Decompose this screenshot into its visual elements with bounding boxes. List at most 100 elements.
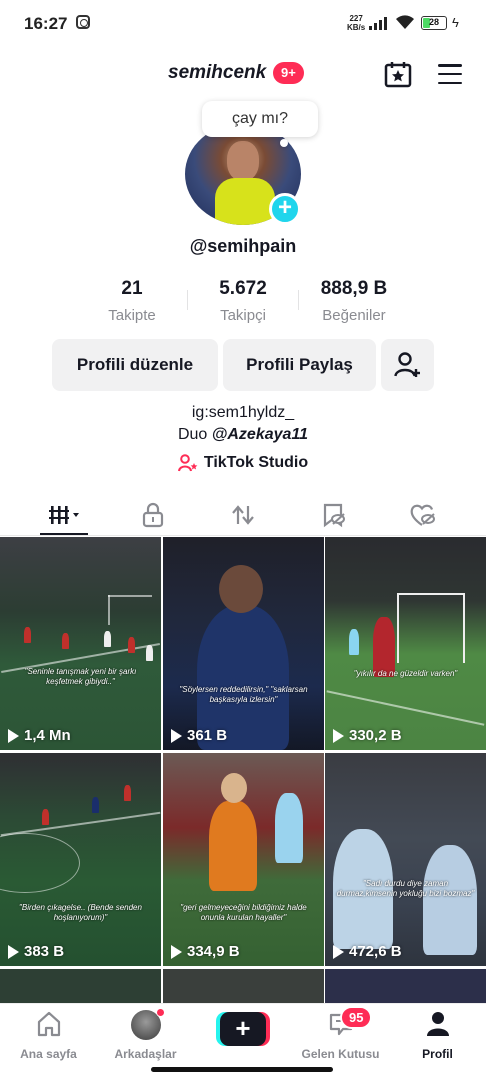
video-caption: "Sadı durdu diye zaman durmaz,kimsenin y… [336, 879, 475, 898]
repost-icon [231, 505, 254, 525]
grid-icon [48, 506, 79, 524]
tab-favorites[interactable] [285, 494, 382, 536]
video-views-count: 1,4 Mn [24, 727, 71, 744]
video-views: 334,9 B [171, 943, 240, 960]
network-speed-unit: KB/s [347, 23, 366, 32]
account-switcher[interactable]: semihcenk [168, 62, 266, 84]
network-speed-value: 227 [349, 14, 363, 23]
edit-profile-button[interactable]: Profili düzenle [52, 339, 218, 391]
tiktok-studio-link[interactable]: TikTok Studio [0, 454, 486, 472]
lock-icon [142, 502, 163, 528]
video-thumbnail[interactable]: "yıkılır da ne güzeldir varken" 330,2 B [325, 537, 486, 750]
heart-hidden-icon [410, 504, 435, 526]
add-user-icon [393, 352, 420, 377]
video-views-count: 330,2 B [349, 727, 402, 744]
video-thumbnail[interactable]: "Söylersen reddedilirsin," "saklarsan ba… [163, 537, 324, 750]
charging-icon: ϟ [452, 15, 459, 30]
plus-icon: + [220, 1012, 266, 1046]
calendar-star-icon[interactable] [384, 60, 412, 88]
video-thumbnail[interactable] [325, 969, 486, 1003]
video-caption: "Söylersen reddedilirsin," "saklarsan ba… [179, 685, 308, 704]
nav-home[interactable]: Ana sayfa [0, 1010, 97, 1061]
video-caption: "Birden çıkagelse.. (Bende senden hoşlan… [19, 903, 142, 922]
home-icon [37, 1011, 60, 1037]
profile-note[interactable]: çay mı? [202, 101, 318, 137]
play-icon [8, 944, 19, 959]
nav-home-label: Ana sayfa [20, 1047, 77, 1061]
status-time: 16:27 [24, 14, 68, 33]
nav-profile[interactable]: Profil [389, 1010, 486, 1061]
inbox-badge: 95 [340, 1006, 373, 1029]
instagram-icon [76, 15, 90, 29]
video-views-count: 361 B [187, 727, 228, 744]
battery-icon: 28 [421, 16, 447, 30]
nav-friends[interactable]: Arkadaşlar [97, 1008, 194, 1061]
video-views: 330,2 B [333, 727, 402, 744]
add-story-icon[interactable]: + [269, 193, 301, 225]
stat-likes[interactable]: 888,9 B Beğeniler [299, 278, 409, 324]
bio-line-1: ig:sem1hyldz_ [191, 404, 295, 421]
video-thumbnail[interactable] [0, 969, 161, 1003]
account-notification-badge: 9+ [273, 62, 304, 84]
video-thumbnail[interactable]: "geri gelmeyeceğini bildiğimiz halde onu… [163, 753, 324, 966]
stat-following[interactable]: 21 Takipte [77, 278, 187, 324]
share-profile-button[interactable]: Profili Paylaş [223, 339, 376, 391]
friends-notification-dot [155, 1008, 165, 1017]
bio-line-2: Duo @Azekaya11 [0, 424, 486, 446]
play-icon [333, 728, 344, 743]
profile-icon [426, 1012, 449, 1036]
profile-actions: Profili düzenle Profili Paylaş [0, 339, 486, 391]
nav-friends-label: Arkadaşlar [114, 1047, 177, 1061]
video-views: 361 B [171, 727, 227, 744]
stat-followers[interactable]: 5.672 Takipçi [188, 278, 298, 324]
play-icon [333, 944, 344, 959]
signal-icon [369, 17, 387, 30]
nav-profile-label: Profil [422, 1047, 453, 1061]
bio-mention-link[interactable]: @Azekaya11 [212, 426, 308, 443]
video-views: 383 B [8, 943, 64, 960]
bookmark-hidden-icon [323, 503, 345, 528]
nav-inbox-label: Gelen Kutusu [301, 1047, 380, 1061]
studio-label: TikTok Studio [203, 454, 309, 471]
tab-private[interactable] [104, 494, 201, 536]
friends-avatar [130, 1008, 165, 1040]
stat-followers-label: Takipçi [220, 307, 266, 324]
play-icon [171, 944, 182, 959]
stat-likes-label: Beğeniler [322, 307, 386, 324]
video-views-count: 334,9 B [187, 943, 240, 960]
profile-header: semihcenk 9+ [0, 52, 486, 96]
profile-stats: 21 Takipte 5.672 Takipçi 888,9 B Beğenil… [0, 278, 486, 328]
tab-reposts[interactable] [194, 494, 291, 536]
profile-handle: @semihpain [189, 236, 297, 256]
active-tab-indicator [40, 533, 88, 535]
play-icon [8, 728, 19, 743]
video-caption: "Seninle tanışmak yeni bir şarkı keşfetm… [24, 667, 137, 686]
create-button[interactable]: + [216, 1012, 270, 1046]
video-views-count: 383 B [24, 943, 65, 960]
status-bar: 16:27 227 KB/s 28 ϟ [0, 0, 486, 48]
video-views: 472,6 B [333, 943, 402, 960]
add-friend-button[interactable] [381, 339, 434, 391]
stat-likes-value: 888,9 B [320, 278, 388, 299]
battery-level: 28 [428, 17, 439, 27]
video-thumbnail[interactable]: "Birden çıkagelse.. (Bende senden hoşlan… [0, 753, 161, 966]
video-caption: "yıkılır da ne güzeldir varken" [353, 669, 458, 678]
video-thumbnail[interactable]: "Seninle tanışmak yeni bir şarkı keşfetm… [0, 537, 161, 750]
studio-icon [177, 454, 198, 472]
menu-icon[interactable] [438, 64, 462, 84]
video-caption: "geri gelmeyeceğini bildiğimiz halde onu… [180, 903, 307, 922]
wifi-icon [396, 15, 414, 29]
profile-bio: ig:sem1hyldz_ Duo @Azekaya11 [0, 402, 486, 446]
video-thumbnail[interactable] [163, 969, 324, 1003]
tab-liked[interactable] [374, 494, 471, 536]
bio-duo-prefix: Duo [177, 426, 212, 443]
network-speed: 227 KB/s [347, 14, 365, 32]
video-views-count: 472,6 B [349, 943, 402, 960]
content-tabs [0, 494, 486, 536]
tab-videos[interactable] [16, 494, 113, 536]
note-bubble-tail [280, 139, 288, 147]
video-views: 1,4 Mn [8, 727, 71, 744]
video-thumbnail[interactable]: "Sadı durdu diye zaman durmaz,kimsenin y… [325, 753, 486, 966]
stat-following-value: 21 [121, 278, 143, 299]
home-indicator[interactable] [151, 1067, 333, 1072]
